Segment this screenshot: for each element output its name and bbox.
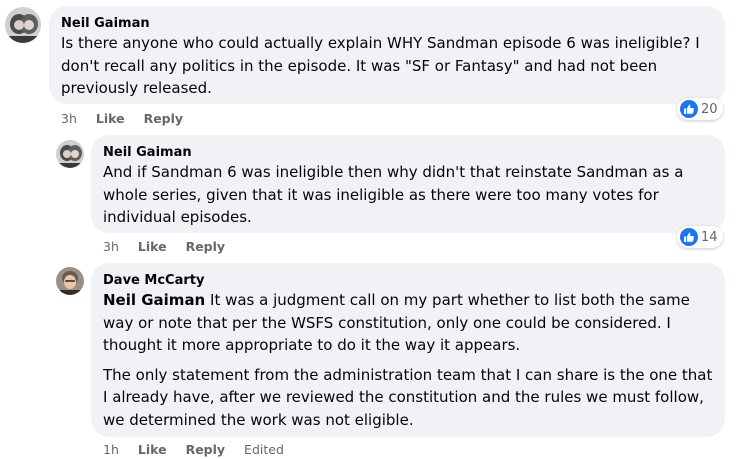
comment-time[interactable]: 1h xyxy=(103,442,119,457)
like-icon xyxy=(680,100,698,118)
comment-bubble: Neil Gaiman And if Sandman 6 was ineligi… xyxy=(91,135,725,233)
comment-text: And if Sandman 6 was ineligible then why… xyxy=(103,163,684,226)
comment-actions: 3h Like Reply xyxy=(61,111,198,127)
reply-button[interactable]: Reply xyxy=(186,239,225,254)
reaction-count: 14 xyxy=(701,229,718,245)
comment-text-paragraph: The only statement from the administrati… xyxy=(103,365,713,429)
comment-time[interactable]: 3h xyxy=(103,239,119,254)
comment-time[interactable]: 3h xyxy=(61,111,77,126)
like-button[interactable]: Like xyxy=(138,442,167,457)
reaction-count: 20 xyxy=(701,101,718,117)
reply-button[interactable]: Reply xyxy=(144,111,183,126)
comment-text: Is there anyone who could actually expla… xyxy=(61,34,700,97)
reaction-badge[interactable]: 20 xyxy=(677,98,723,120)
like-button[interactable]: Like xyxy=(138,239,167,254)
mention-link[interactable]: Neil Gaiman xyxy=(103,291,205,309)
comment-text: Neil Gaiman It was a judgment call on my… xyxy=(103,289,713,357)
comment-actions: 1h Like Reply Edited xyxy=(103,442,299,458)
avatar[interactable] xyxy=(56,140,84,168)
avatar[interactable] xyxy=(5,7,41,43)
comment-actions: 3h Like Reply xyxy=(103,239,240,255)
comment-author[interactable]: Neil Gaiman xyxy=(61,15,713,32)
comment-author[interactable]: Dave McCarty xyxy=(103,272,713,289)
comment-bubble: Dave McCarty Neil Gaiman It was a judgme… xyxy=(91,263,725,437)
reaction-badge[interactable]: 14 xyxy=(677,226,723,248)
edited-label[interactable]: Edited xyxy=(244,442,284,457)
like-icon xyxy=(680,228,698,246)
comment-author[interactable]: Neil Gaiman xyxy=(103,144,713,161)
avatar[interactable] xyxy=(56,267,84,295)
like-button[interactable]: Like xyxy=(96,111,125,126)
comment-bubble: Neil Gaiman Is there anyone who could ac… xyxy=(49,6,725,104)
reply-button[interactable]: Reply xyxy=(186,442,225,457)
